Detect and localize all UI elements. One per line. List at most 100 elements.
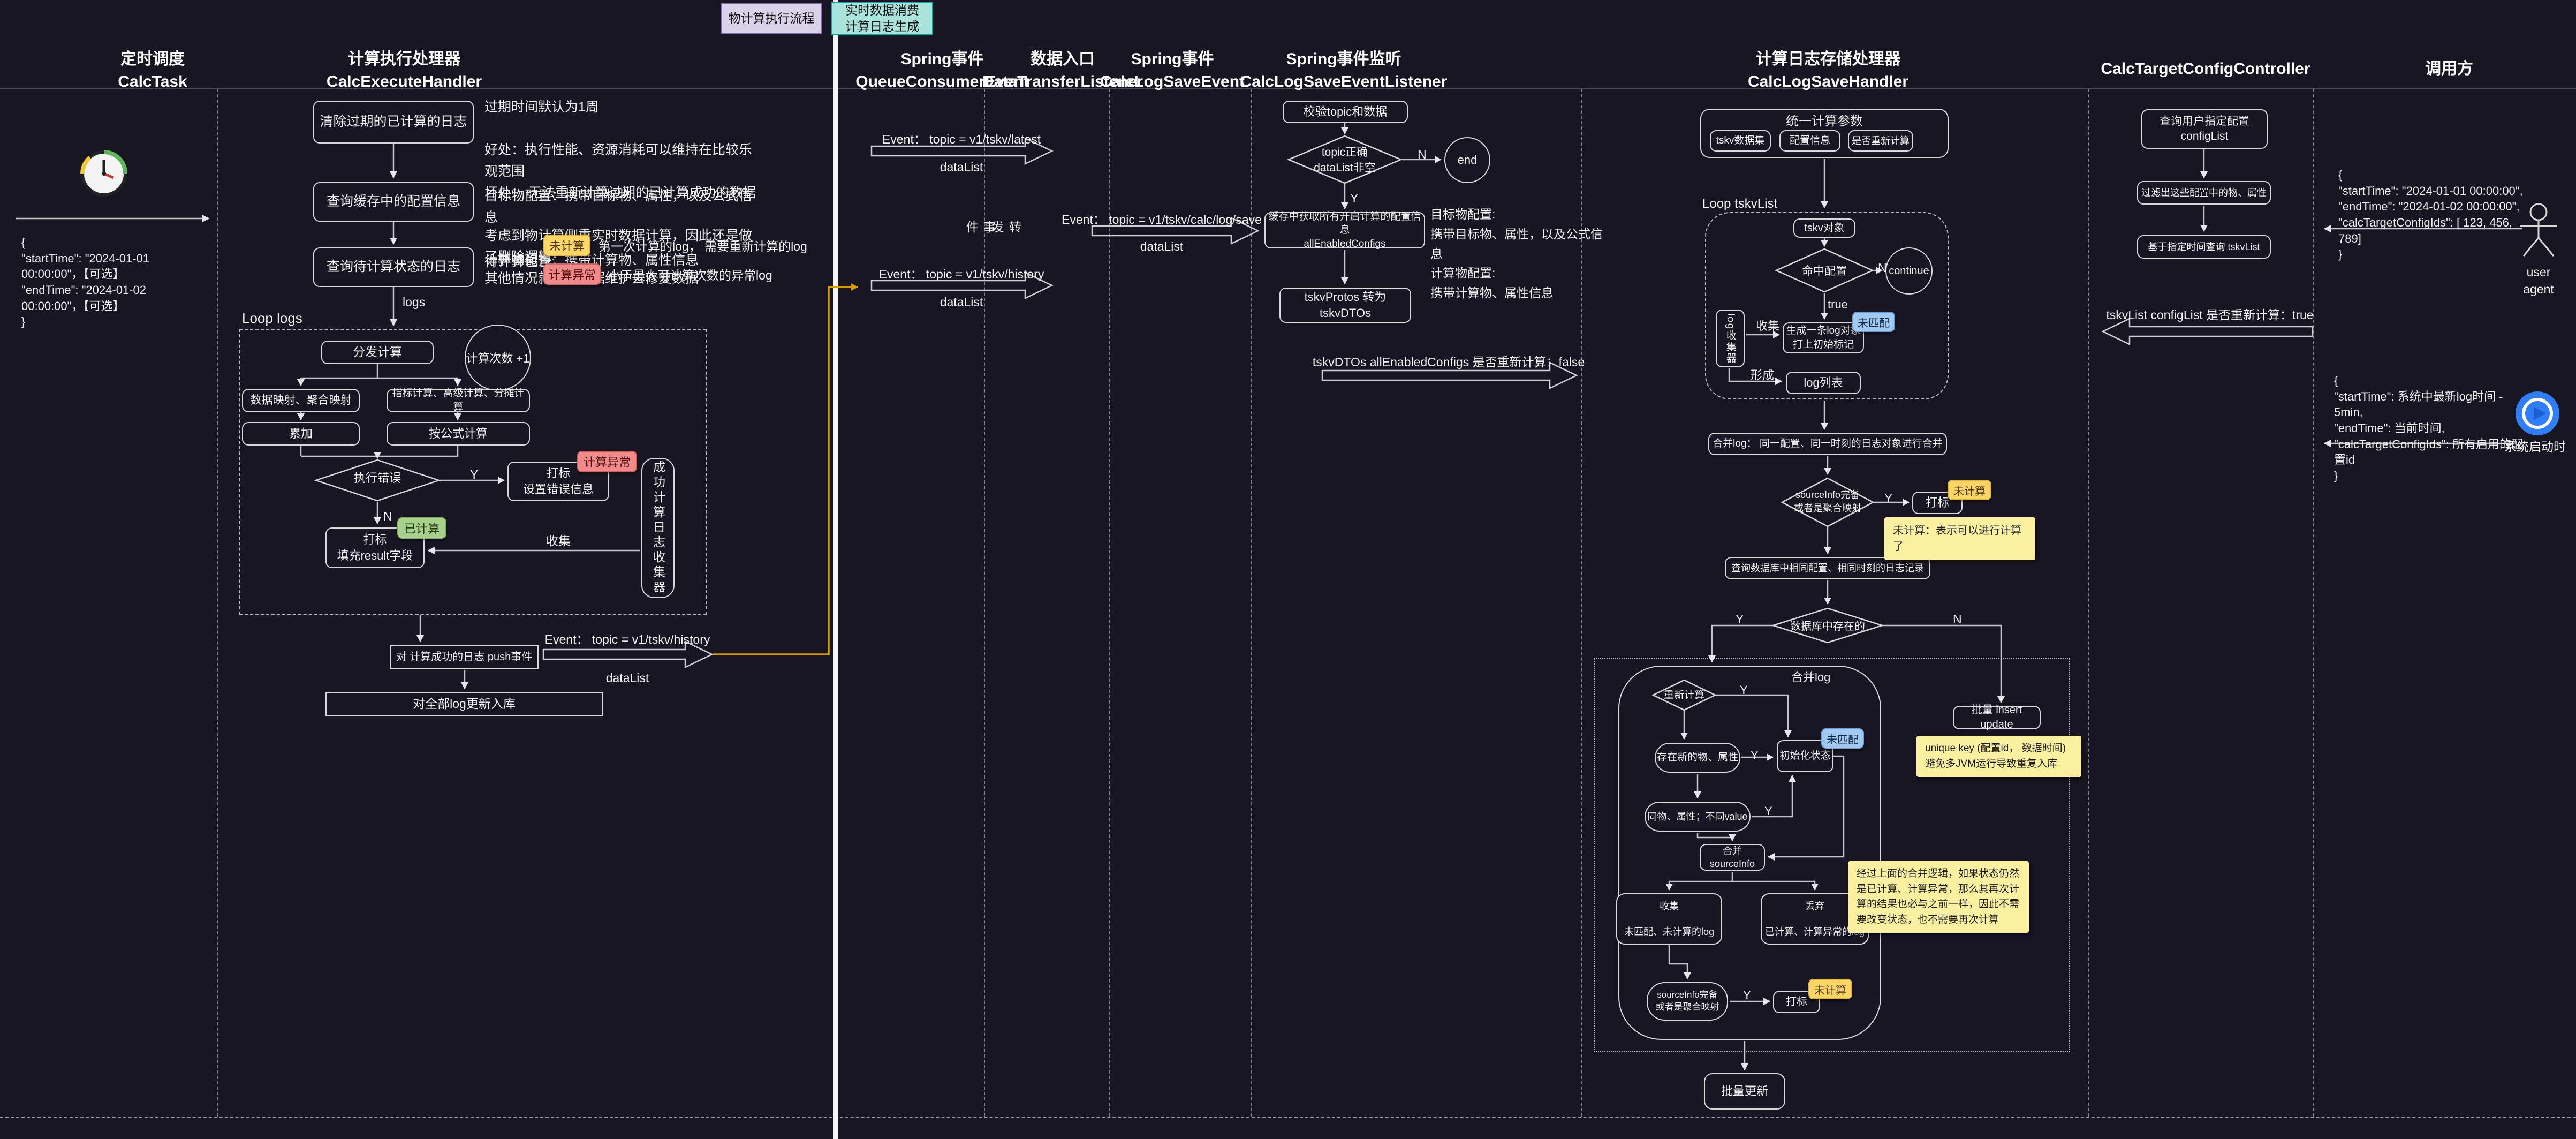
loop-tskvlist-label: Loop tskvList [1702,195,1777,213]
y-label: Y [1743,987,1751,1004]
sticky-unique-key: unique key (配置id， 数据时间) 避免多JVM运行导致重复入库 [1916,736,2081,777]
cond-sourceinfo-complete: sourceInfo完备 或者是聚合映射 [1647,982,1728,1021]
collect-label: 收集 [1756,318,1779,335]
note-not-calculated: 第一次计算的log， 需要重新计算的log [598,238,807,255]
badge-calc-error: 计算异常 [543,263,601,285]
y-label: Y [1350,190,1358,207]
event-history-out-label: Event： topic = v1/tskv/history [545,631,710,648]
event-history-in-datalist: dataList [940,293,983,311]
step-clear-expired-logs: 清除过期的已计算的日志 [313,101,474,144]
caller-request1-json: { "startTime": "2024-01-01 00:00:00", "e… [2338,167,2531,262]
counter-circle: 计算次数 +1 [465,325,531,391]
sticky-merge-logic: 经过上面的合并逻辑，如果状态仍然 是已计算、计算异常，那么其再次计 算的结果也必… [1848,861,2029,933]
event-latest-datalist: dataList [940,159,983,176]
log-collector: log收集器 [1716,310,1745,367]
header-calc-log-save-handler: 计算日志存储处理器 CalcLogSaveHandler [1748,48,1908,93]
header-calc-execute-handler: 计算执行处理器 CalcExecuteHandler [327,48,482,93]
step-log-list: log列表 [1786,372,1861,394]
step-query-tskvlist: 基于指定时间查询 tskvList [2137,235,2271,259]
note-listener-configs: 目标物配置: 携带目标物、属性，以及公式信息 计算物配置: 携带计算物、属性信息 [1430,205,1607,303]
decision-config-hit-label: 命中配置 [1802,263,1847,279]
badge-not-calculated: 未计算 [543,235,590,256]
y-label: Y [1884,489,1892,507]
step-collect-logs: 收集 未匹配、未计算的log [1616,893,1722,945]
sequence-diagram: 物计算执行流程 实时数据消费 计算日志生成 定时调度 CalcTask 计算执行… [0,0,2576,1139]
badge-unmatched: 未匹配 [1852,312,1895,332]
step-query-user-configs: 查询用户指定配置 configList [2141,109,2268,149]
event-save-datalist: dataList [1140,238,1184,255]
step-batch-insert-update: 批量 insert update [1953,706,2041,729]
step-dispatch-calc: 分发计算 [321,341,434,364]
header-calc-log-save-event: Spring事件 CalcLogSaveEvent [1100,48,1245,93]
decision-recalc-label: 重新计算 [1664,689,1704,703]
badge-calculated: 已计算 [397,517,446,539]
step-merge-log: 合并log： 同一配置、同一时刻的日志对象进行合并 [1708,433,1947,455]
step-filter-things: 过滤出这些配置中的物、属性 [2137,181,2271,205]
success-log-collector: 成功计算日志收集器 [641,458,675,598]
sticky-not-calculated: 未计算：表示可以进行计算了 [1884,517,2035,560]
badge-calc-error-2: 计算异常 [577,451,637,472]
step-indicator-calc: 指标计算、高级计算、分摊计算 [387,389,530,412]
badge-unmatched-2: 未匹配 [1821,728,1864,749]
orange-forward-wire [713,287,858,654]
step-query-cached-config: 查询缓存中的配置信息 [313,182,474,222]
step-accumulate: 累加 [242,422,360,446]
clock-icon [79,149,128,198]
calc-task-request-json: { "startTime": "2024-01-01 00:00:00"，【可选… [21,235,198,330]
true-label: true [1828,297,1848,313]
event-latest-label: Event： topic = v1/tskv/latest [882,131,1041,148]
legend-realtime: 实时数据消费 计算日志生成 [831,2,933,35]
event-history-out-datalist: dataList [606,669,649,687]
call-save-handler-label: tskvDTOs allEnabledConfigs 是否重新计算：false [1313,353,1585,371]
badge-not-calculated-2: 未计算 [1808,979,1852,999]
header-calc-task: 定时调度 CalcTask [118,48,187,93]
step-query-pending-logs: 查询待计算状态的日志 [313,247,474,287]
logs-label: logs [403,293,425,311]
param-tskv-dataset: tskv数据集 [1710,130,1771,152]
controller-response-label: tskvList configList 是否重新计算：true [2106,306,2313,323]
step-batch-update: 批量更新 [1704,1073,1785,1110]
user-agent-icon [2517,202,2560,259]
step-get-enabled-configs: 缓存中获取所有开启计算的配置信息 allEnabledConfigs [1264,212,1425,248]
legend-flow: 物计算执行流程 [721,3,822,34]
step-formula-calc: 按公式计算 [387,422,530,446]
y-label: Y [1764,803,1772,820]
header-calc-target-config-controller: CalcTargetConfigController [2101,58,2310,80]
note-calc-error: 小于最大可计算次数的异常log [608,267,772,284]
decision-sourceinfo-label: sourceInfo完备 或者是聚合映射 [1794,488,1861,515]
collect-label: 收集 [546,532,571,549]
badge-not-calculated: 未计算 [1948,480,1991,500]
step-push-success-event: 对 计算成功的日志 push事件 [390,645,539,669]
decision-topic-valid-label: topic正确 dataList非空 [1314,145,1376,176]
y-label: Y [1751,748,1759,764]
header-caller: 调用方 [2425,58,2473,80]
y-label: Y [1740,682,1748,699]
cond-same-thing-diff-value: 同物、属性；不同value [1645,802,1751,832]
forward-label-vertical: 转 发 [988,221,1022,236]
header-calc-log-save-event-listener: Spring事件监听 CalcLogSaveEventListener [1240,48,1448,93]
step-tskv-object: tskv对象 [1793,218,1855,238]
play-icon [2515,391,2560,436]
step-data-mapping: 数据映射、聚合映射 [242,389,360,412]
step-convert-dtos: tskvProtos 转为 tskvDTOs [1279,288,1411,323]
step-merge-sourceinfo: 合并 sourceInfo [1700,844,1765,871]
form-label: 形成 [1751,367,1774,384]
n-label: N [383,508,392,525]
decision-exec-error-label: 执行错误 [345,470,410,487]
loop-logs-label: Loop logs [242,308,302,328]
connector-layer [0,0,2576,1139]
cond-new-thing-attr: 存在新的物、属性 [1655,743,1740,773]
n-label: N [1418,146,1427,163]
merge-log-label: 合并log [1791,669,1830,686]
n-label: N [1953,610,1962,628]
step-update-all-logs: 对全部log更新入库 [325,692,603,716]
caller-request2-json: { "startTime": 系统中最新log时间 - 5min, "endTi… [2334,373,2527,484]
y-label: Y [1736,610,1744,628]
startup-label: 系统启动时 [2504,438,2566,455]
event-history-in-label: Event： topic = v1/tskv/history [879,266,1044,283]
step-validate-topic: 校验topic和数据 [1283,101,1408,123]
n-label: N [1878,259,1887,276]
step-query-same-logs: 查询数据库中相同配置、相同时刻的日志记录 [1725,557,1930,579]
user-agent-label: user agent [2520,263,2557,298]
param-recalc-flag: 是否重新计算 [1848,130,1913,152]
